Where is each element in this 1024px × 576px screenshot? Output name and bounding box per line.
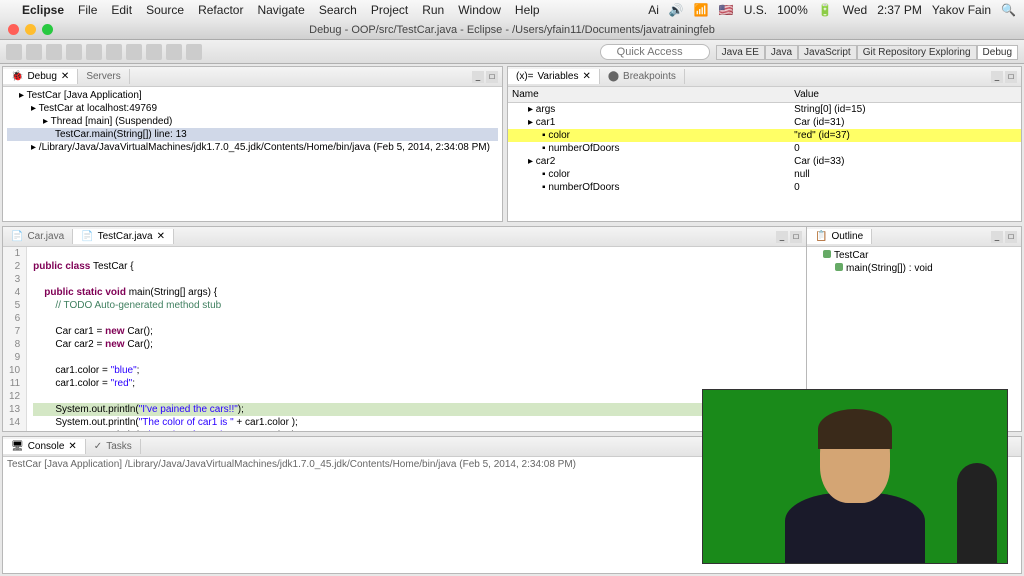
tab-car-java[interactable]: 📄 Car.java [3, 229, 73, 244]
maximize-icon[interactable]: □ [790, 231, 802, 243]
perspective-javascript[interactable]: JavaScript [798, 45, 857, 60]
menu-edit[interactable]: Edit [111, 3, 132, 17]
maximize-icon[interactable]: □ [1005, 71, 1017, 83]
debug-stepover-button[interactable] [126, 44, 142, 60]
debug-button[interactable] [186, 44, 202, 60]
flag-label: U.S. [744, 3, 767, 17]
variable-row[interactable]: ▪ colornull [508, 168, 1021, 181]
maximize-icon[interactable]: □ [486, 71, 498, 83]
tab-debug[interactable]: 🐞 Debug ✕ [3, 69, 78, 84]
code-line[interactable]: public static void main(String[] args) { [33, 286, 806, 299]
tab-outline[interactable]: 📋 Outline [807, 229, 872, 244]
volume-icon[interactable]: 🔊 [669, 3, 684, 17]
spotlight-icon[interactable]: 🔍 [1001, 3, 1016, 17]
minimize-icon[interactable]: _ [472, 71, 484, 83]
menu-run[interactable]: Run [422, 3, 444, 17]
user-name[interactable]: Yakov Fain [932, 3, 991, 17]
code-editor[interactable]: 123456789101112131415161718 public class… [3, 247, 806, 431]
outline-item[interactable]: TestCar [811, 249, 1017, 262]
clock-day: Wed [843, 3, 867, 17]
window-title: Debug - OOP/src/TestCar.java - Eclipse -… [309, 24, 715, 36]
code-line[interactable] [33, 273, 806, 286]
tab-variables[interactable]: (x)= Variables ✕ [508, 69, 600, 84]
code-line[interactable]: Car car1 = new Car(); [33, 325, 806, 338]
clock-time: 2:37 PM [877, 3, 922, 17]
code-line[interactable]: System.out.println("The color of car1 is… [33, 416, 806, 429]
debug-suspend-button[interactable] [66, 44, 82, 60]
code-line[interactable]: // TODO Auto-generated method stub [33, 299, 806, 312]
adobe-icon[interactable]: Ai [648, 3, 659, 17]
debug-resume-button[interactable] [46, 44, 62, 60]
run-button[interactable] [166, 44, 182, 60]
flag-icon[interactable]: 🇺🇸 [719, 3, 734, 17]
app-name[interactable]: Eclipse [22, 3, 64, 17]
debug-tree-row[interactable]: TestCar.main(String[]) line: 13 [7, 128, 498, 141]
menu-navigate[interactable]: Navigate [257, 3, 304, 17]
close-icon[interactable] [8, 24, 19, 35]
menu-source[interactable]: Source [146, 3, 184, 17]
code-line[interactable]: Car car2 = new Car(); [33, 338, 806, 351]
zoom-icon[interactable] [42, 24, 53, 35]
code-line[interactable] [33, 247, 806, 260]
code-line[interactable]: car1.color = "red"; [33, 377, 806, 390]
variable-row[interactable]: ▪ numberOfDoors0 [508, 142, 1021, 155]
window-controls[interactable] [8, 24, 53, 35]
variable-row[interactable]: ▪ color"red" (id=37) [508, 129, 1021, 142]
mac-menubar: Eclipse File Edit Source Refactor Navigate Se… [0, 0, 1024, 20]
tab-testcar-java[interactable]: 📄 TestCar.java ✕ [73, 229, 174, 244]
minimize-icon[interactable] [25, 24, 36, 35]
save-button[interactable] [26, 44, 42, 60]
new-button[interactable] [6, 44, 22, 60]
wifi-icon[interactable]: 📶 [694, 3, 709, 17]
code-line[interactable] [33, 390, 806, 403]
debug-terminate-button[interactable] [86, 44, 102, 60]
variables-view: (x)= Variables ✕ ⬤ Breakpoints _□ NameVa… [507, 66, 1022, 222]
code-line[interactable] [33, 312, 806, 325]
minimize-icon[interactable]: _ [991, 71, 1003, 83]
menu-window[interactable]: Window [458, 3, 501, 17]
debug-tree-row[interactable]: ▸ /Library/Java/JavaVirtualMachines/jdk1… [7, 141, 498, 154]
debug-tree-row[interactable]: ▸ TestCar at localhost:49769 [7, 102, 498, 115]
perspective-debug[interactable]: Debug [977, 45, 1018, 60]
debug-tree-row[interactable]: ▸ TestCar [Java Application] [7, 89, 498, 102]
quick-access-input[interactable] [600, 44, 710, 60]
perspective-java[interactable]: Java [765, 45, 798, 60]
variable-row[interactable]: ▸ car1Car (id=31) [508, 116, 1021, 129]
code-line[interactable] [33, 351, 806, 364]
outline-item[interactable]: main(String[]) : void [811, 262, 1017, 275]
tab-breakpoints[interactable]: ⬤ Breakpoints [600, 69, 685, 84]
variable-row[interactable]: ▸ car2Car (id=33) [508, 155, 1021, 168]
menu-project[interactable]: Project [371, 3, 408, 17]
menu-search[interactable]: Search [319, 3, 357, 17]
tab-console[interactable]: 🖥 Console ✕ [3, 439, 86, 454]
webcam-overlay [702, 389, 1008, 564]
tab-servers[interactable]: Servers [78, 69, 129, 84]
debug-view: 🐞 Debug ✕ Servers _□ ▸ TestCar [Java App… [2, 66, 503, 222]
variable-row[interactable]: ▸ argsString[0] (id=15) [508, 103, 1021, 117]
code-line[interactable]: System.out.println("The color of car2 is… [33, 429, 806, 431]
window-titlebar: Debug - OOP/src/TestCar.java - Eclipse -… [0, 20, 1024, 40]
battery-icon[interactable]: 🔋 [818, 3, 833, 17]
code-line[interactable]: System.out.println("I've pained the cars… [33, 403, 806, 416]
menu-refactor[interactable]: Refactor [198, 3, 243, 17]
perspective-git-repository-exploring[interactable]: Git Repository Exploring [857, 45, 977, 60]
maximize-icon[interactable]: □ [1005, 231, 1017, 243]
menu-help[interactable]: Help [515, 3, 540, 17]
battery-percent: 100% [777, 3, 808, 17]
minimize-icon[interactable]: _ [991, 231, 1003, 243]
menu-file[interactable]: File [78, 3, 97, 17]
debug-tree-row[interactable]: ▸ Thread [main] (Suspended) [7, 115, 498, 128]
variable-row[interactable]: ▪ numberOfDoors0 [508, 181, 1021, 194]
perspective-java-ee[interactable]: Java EE [716, 45, 765, 60]
minimize-icon[interactable]: _ [776, 231, 788, 243]
main-toolbar: Java EEJavaJavaScriptGit Repository Expl… [0, 40, 1024, 64]
code-line[interactable]: public class TestCar { [33, 260, 806, 273]
code-line[interactable]: car1.color = "blue"; [33, 364, 806, 377]
debug-stepreturn-button[interactable] [146, 44, 162, 60]
debug-stepinto-button[interactable] [106, 44, 122, 60]
variables-table[interactable]: NameValue ▸ argsString[0] (id=15)▸ car1C… [508, 87, 1021, 194]
tab-tasks[interactable]: ✓ Tasks [86, 439, 141, 454]
